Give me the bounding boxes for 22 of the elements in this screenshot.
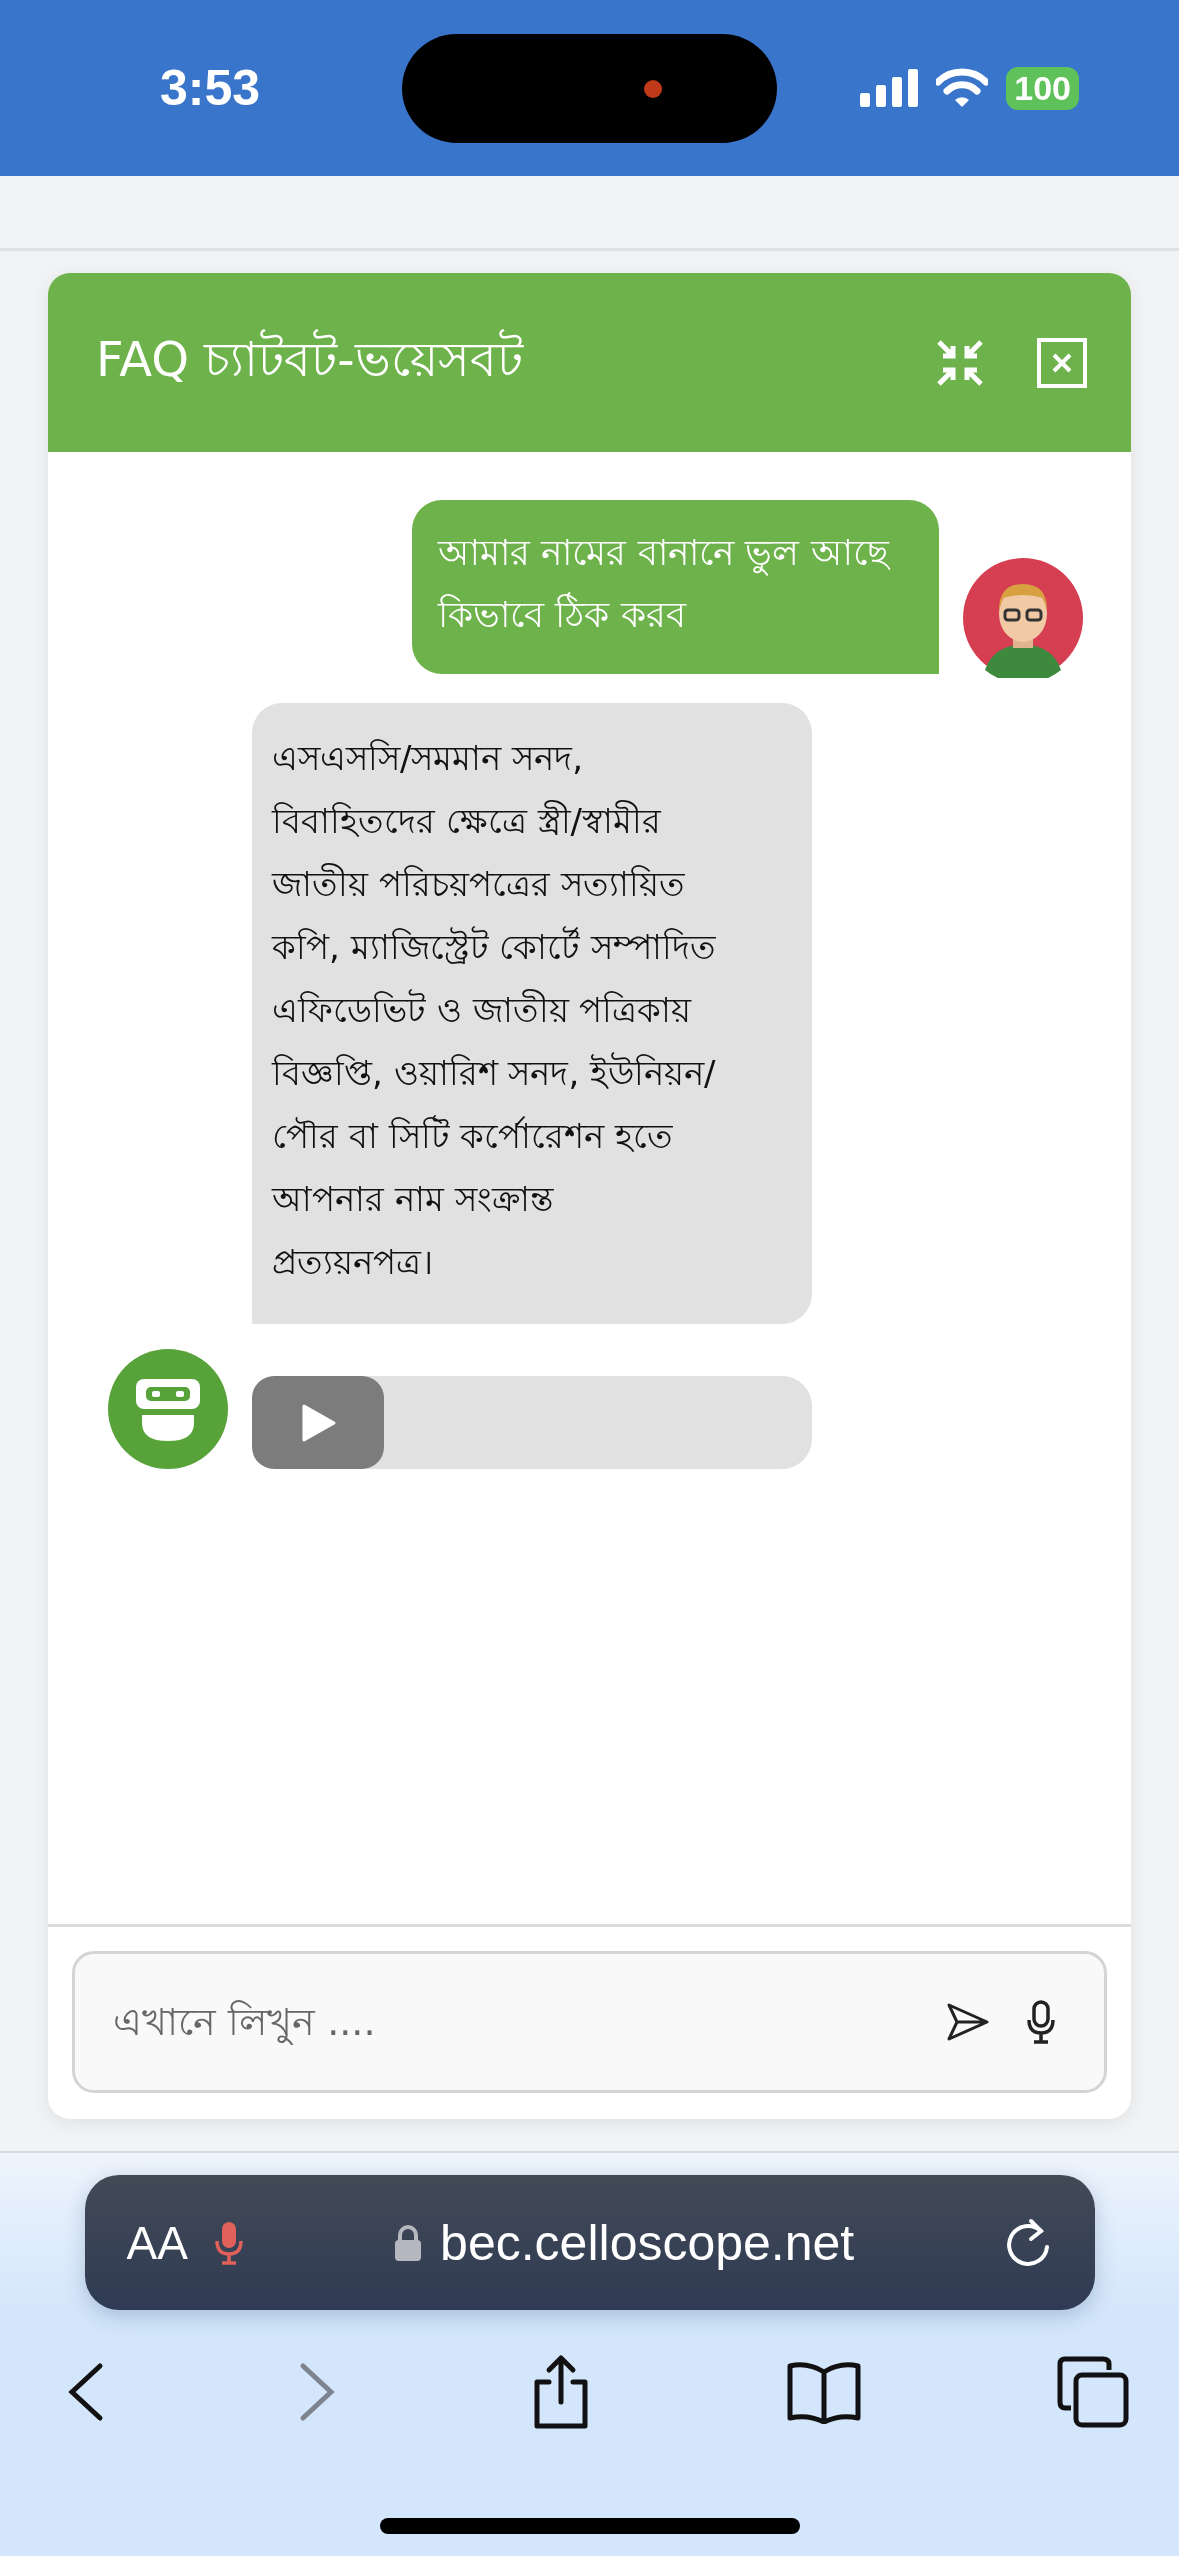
back-icon[interactable] <box>68 2362 104 2422</box>
status-time: 3:53 <box>160 59 261 117</box>
forward-icon[interactable] <box>299 2362 336 2422</box>
url-text: bec.celloscope.net <box>440 2213 855 2272</box>
send-icon[interactable] <box>946 2002 990 2042</box>
minimize-button[interactable] <box>935 337 985 388</box>
close-button[interactable] <box>1037 337 1087 388</box>
address-bar[interactable]: AA bec.celloscope.net <box>84 2175 1095 2310</box>
chat-title: FAQ চ্যাটবট-ভয়েসবট <box>96 328 525 389</box>
message-bubble: আমার নামের বানানে ভুল আছে কিভাবে ঠিক করব <box>412 500 939 674</box>
microphone-icon[interactable] <box>1026 2000 1056 2044</box>
wifi-icon <box>936 68 989 108</box>
tabs-icon[interactable] <box>1057 2356 1129 2428</box>
text-size-button[interactable]: AA <box>126 2215 188 2270</box>
lock-icon <box>394 2224 423 2261</box>
input-field[interactable]: এখানে লিখুন .... <box>72 1951 1107 2093</box>
bookmarks-icon[interactable] <box>785 2360 862 2424</box>
message-input[interactable]: এখানে লিখুন .... <box>111 1999 910 2045</box>
message-bubble: এসএসসি/সমমান সনদ, বিবাহিতদের ক্ষেত্রে স্ত্রী/স্বামীর জাতীয় পরিচয়পত্রের সত্যায়িত কপি, ম্যাজিস্ট্রেট কোর্টে সম্পাদিত এফিডেভিট ও জাতীয় পত্রিকায় বিজ্ঞপ্তি, ওয়ারিশ সনদ, ইউনিয়ন/ পৌর বা সিটি কর্পোরেশন হতে আপনার নাম সংক্রান্ত প্রত্যয়নপত্র। <box>252 703 812 1324</box>
play-button[interactable] <box>252 1376 384 1469</box>
battery-indicator: 100 <box>1006 66 1079 110</box>
signal-icon <box>860 69 919 107</box>
